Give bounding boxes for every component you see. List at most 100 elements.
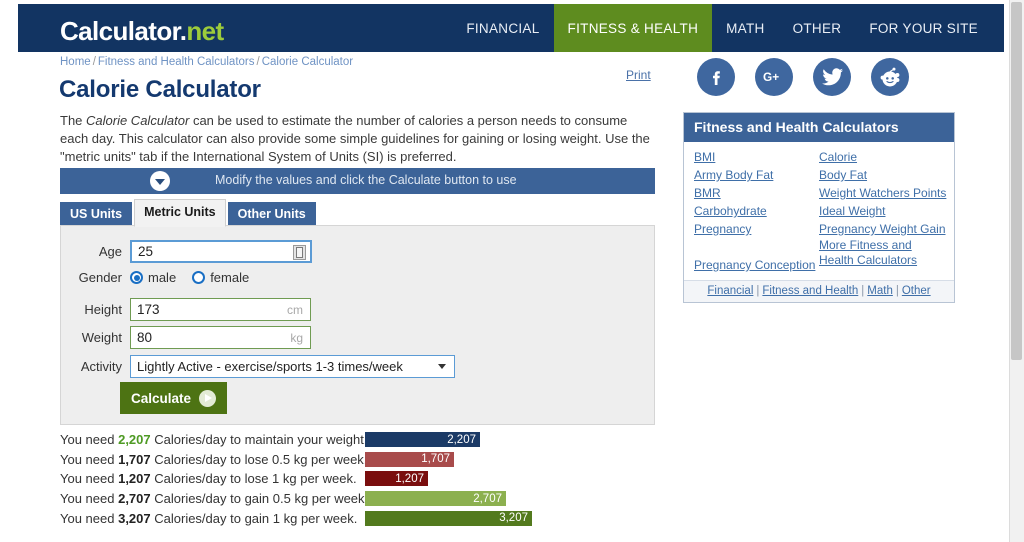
sidebar-item-carbohydrate[interactable]: Carbohydrate [694, 202, 819, 220]
result-prefix: You need [60, 432, 119, 448]
nav-item-for-your-site[interactable]: FOR YOUR SITE [855, 4, 992, 52]
description-part-1: The [60, 113, 87, 128]
sidebar-footer-math[interactable]: Math [867, 285, 893, 297]
result-value: 2,207 [118, 432, 151, 448]
sidebar-item-pregnancy-weight-gain[interactable]: Pregnancy Weight Gain [819, 220, 946, 238]
units-tabs: US Units Metric Units Other Units [60, 199, 318, 227]
sidebar-item-ideal-weight[interactable]: Ideal Weight [819, 202, 944, 220]
twitter-icon[interactable] [813, 58, 851, 96]
chevron-down-circle-icon[interactable] [150, 171, 170, 191]
modify-values-text: Modify the values and click the Calculat… [215, 173, 517, 187]
svg-text:G+: G+ [763, 70, 779, 84]
weight-unit-label: kg [290, 330, 303, 345]
google-plus-icon[interactable]: G+ [755, 58, 793, 96]
sidebar-column-right: Calorie Body Fat Weight Watchers Points … [819, 148, 946, 274]
scrollbar-thumb[interactable] [1011, 2, 1022, 360]
social-share-bar: G+ [697, 58, 909, 96]
result-value: 2,707 [118, 491, 151, 507]
result-bar-label: 2,207 [447, 433, 476, 446]
result-bar: 3,207 [365, 510, 532, 526]
radio-female-icon[interactable] [192, 271, 206, 284]
tab-other-units[interactable]: Other Units [227, 202, 316, 227]
height-unit-label: cm [287, 302, 303, 317]
browser-page: Calculator.net FINANCIAL FITNESS & HEALT… [0, 0, 1024, 542]
result-bar-label: 2,707 [473, 492, 502, 505]
nav-item-financial[interactable]: FINANCIAL [452, 4, 553, 52]
result-text: You need 2,207 Calories/day to maintain … [60, 432, 367, 448]
logo-main: Calculator [60, 16, 180, 46]
nav-item-other[interactable]: OTHER [779, 4, 856, 52]
sidebar-footer-separator-1: | [756, 285, 760, 297]
chevron-down-icon[interactable] [438, 364, 446, 369]
age-field-row: Age [72, 240, 312, 263]
activity-field-row: Activity Lightly Active - exercise/sport… [72, 355, 455, 378]
result-row: You need 1,707 Calories/day to lose 0.5 … [60, 450, 532, 470]
result-bar: 2,707 [365, 491, 506, 507]
gender-male-label: male [148, 270, 177, 285]
result-prefix: You need [60, 510, 119, 526]
sidebar-item-bmr[interactable]: BMR [694, 184, 819, 202]
sidebar-footer-financial[interactable]: Financial [707, 285, 753, 297]
age-input[interactable] [132, 242, 310, 261]
gender-field-row: Gender male female [72, 270, 265, 285]
weight-input[interactable] [131, 327, 310, 348]
sidebar-item-body-fat[interactable]: Body Fat [819, 166, 944, 184]
sidebar-item-calorie[interactable]: Calorie [819, 148, 944, 166]
sidebar-item-pregnancy[interactable]: Pregnancy [694, 220, 819, 238]
activity-select[interactable]: Lightly Active - exercise/sports 1-3 tim… [130, 355, 455, 378]
radio-male-icon[interactable] [130, 271, 143, 284]
sidebar-title: Fitness and Health Calculators [684, 113, 954, 142]
page-title: Calorie Calculator [59, 76, 261, 103]
activity-label: Activity [80, 359, 122, 374]
weight-input-wrapper[interactable]: kg [130, 326, 311, 349]
tab-metric-units[interactable]: Metric Units [134, 199, 226, 227]
sidebar-footer-fitness-health[interactable]: Fitness and Health [762, 285, 858, 297]
stepper-icon[interactable] [293, 245, 306, 260]
sidebar-item-pregnancy-conception[interactable]: Pregnancy Conception [694, 256, 819, 274]
breadcrumb-home[interactable]: Home [60, 56, 91, 68]
result-text: You need 1,207 Calories/day to lose 1 kg… [60, 471, 365, 486]
weight-field-row: Weight kg [72, 326, 311, 349]
breadcrumb-section[interactable]: Fitness and Health Calculators [98, 56, 255, 68]
result-value: 3,207 [118, 510, 151, 526]
site-logo[interactable]: Calculator.net [60, 16, 224, 47]
gender-option-female[interactable]: female [192, 270, 249, 285]
result-bar: 1,707 [365, 451, 454, 467]
sidebar-item-more-calculators[interactable]: More Fitness and Health Calculators [819, 238, 944, 268]
vertical-scrollbar[interactable] [1009, 0, 1024, 542]
sidebar-related-calculators: Fitness and Health Calculators BMI Army … [683, 112, 955, 303]
breadcrumb-separator-2: / [256, 56, 260, 68]
reddit-icon[interactable] [871, 58, 909, 96]
nav-item-fitness-health[interactable]: FITNESS & HEALTH [553, 4, 713, 52]
sidebar-item-weight-watchers-points[interactable]: Weight Watchers Points [819, 184, 946, 202]
result-text: You need 1,707 Calories/day to lose 0.5 … [60, 451, 368, 467]
breadcrumb-separator-1: / [92, 56, 96, 68]
nav-item-math[interactable]: MATH [712, 4, 778, 52]
height-input-wrapper[interactable]: cm [130, 298, 311, 321]
gender-option-male[interactable]: male [130, 270, 176, 285]
sidebar-item-army-body-fat[interactable]: Army Body Fat [694, 166, 819, 184]
breadcrumb-current[interactable]: Calorie Calculator [262, 56, 353, 68]
sidebar-footer-separator-2: | [861, 285, 865, 297]
result-value: 1,707 [118, 451, 151, 467]
main-navigation: FINANCIAL FITNESS & HEALTH MATH OTHER FO… [452, 4, 992, 52]
result-bar-label: 1,207 [395, 472, 424, 485]
height-input[interactable] [131, 299, 310, 320]
facebook-icon[interactable] [697, 58, 735, 96]
print-link[interactable]: Print [626, 68, 651, 82]
result-suffix: Calories/day to lose 0.5 kg per week. [150, 451, 368, 467]
sidebar-footer-other[interactable]: Other [902, 285, 931, 297]
result-row: You need 1,207 Calories/day to lose 1 kg… [60, 469, 532, 489]
result-bar-label: 3,207 [499, 512, 528, 525]
result-suffix: Calories/day to gain 0.5 kg per week. [150, 491, 369, 507]
description-emphasis: Calorie Calculator [86, 113, 190, 128]
result-prefix: You need [60, 471, 119, 487]
sidebar-item-bmi[interactable]: BMI [694, 148, 819, 166]
tab-us-units[interactable]: US Units [60, 202, 133, 227]
calculate-button[interactable]: Calculate [120, 382, 227, 414]
age-input-wrapper[interactable] [130, 240, 312, 263]
modify-values-bar: Modify the values and click the Calculat… [60, 168, 655, 194]
height-field-row: Height cm [72, 298, 311, 321]
results-list: You need 2,207 Calories/day to maintain … [60, 430, 532, 528]
